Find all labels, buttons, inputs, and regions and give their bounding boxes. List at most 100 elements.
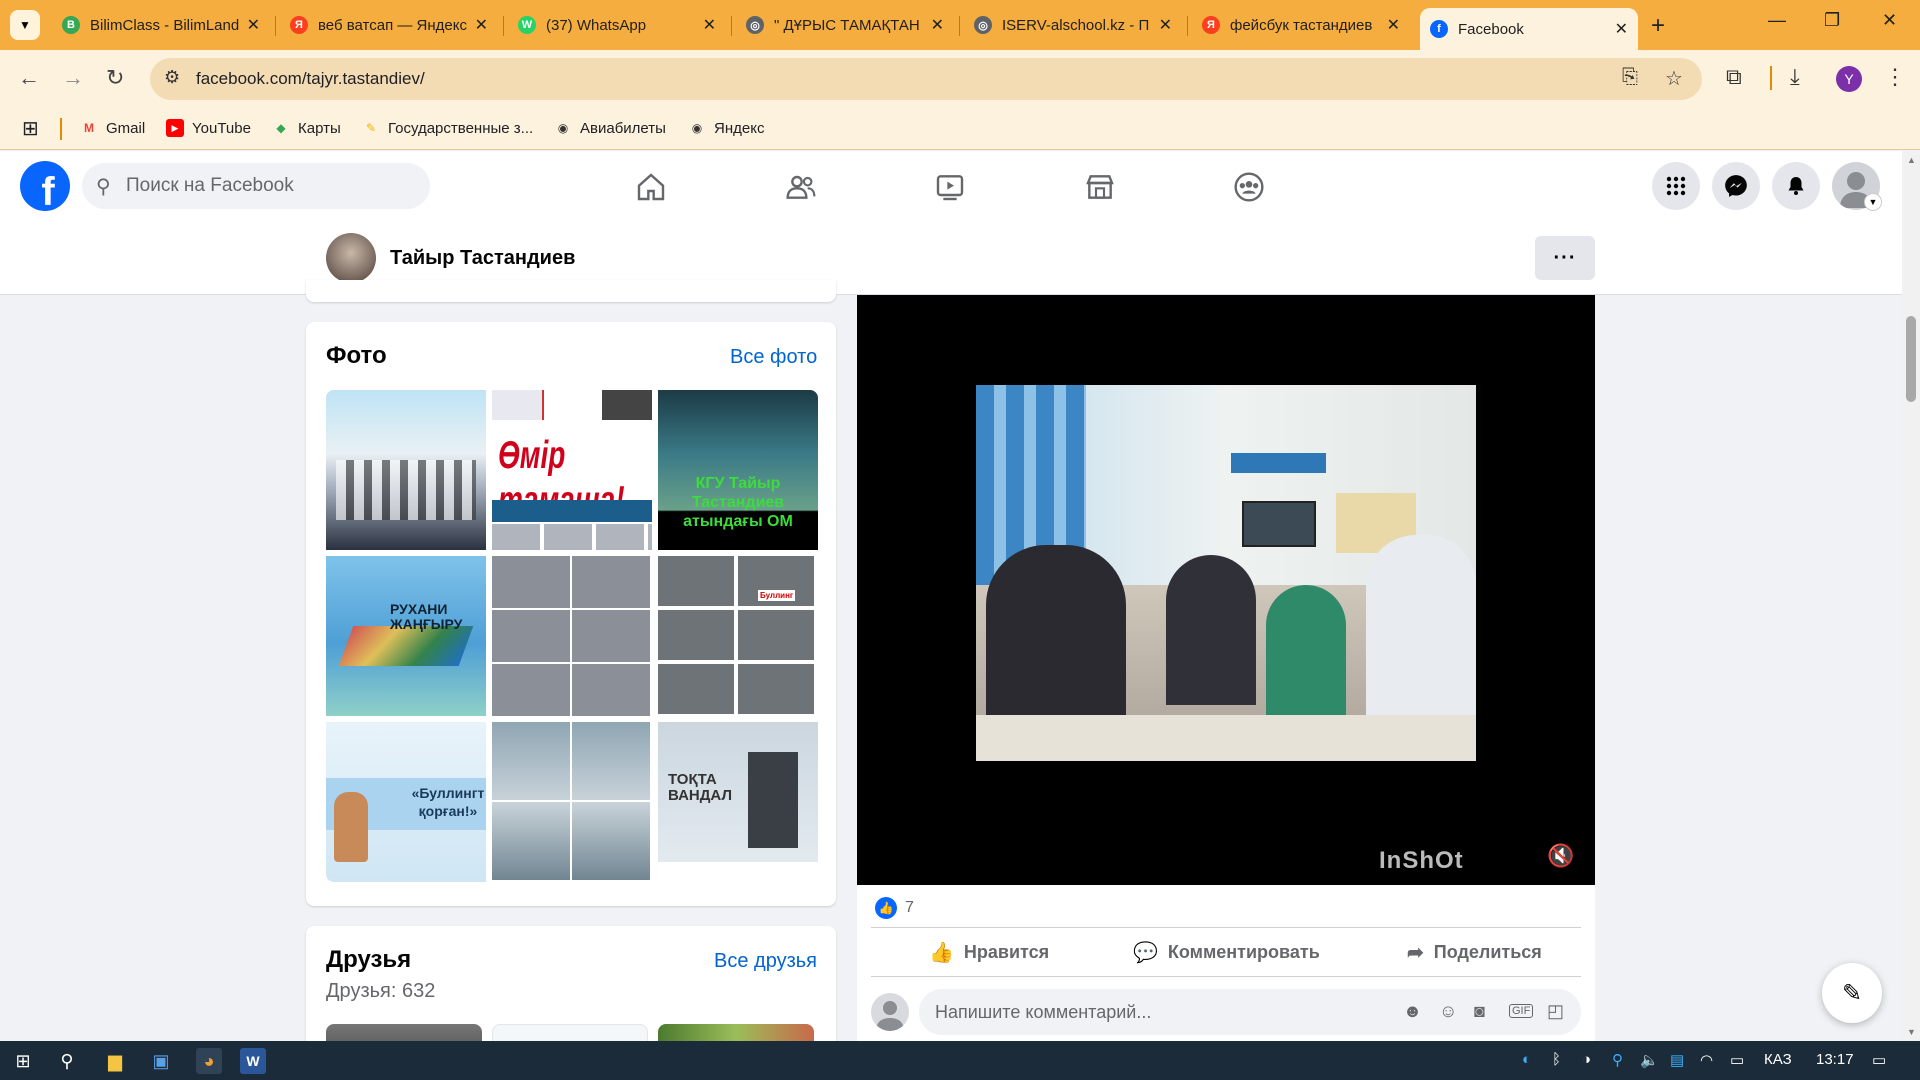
notifications-icon[interactable]: ▭ (1872, 1051, 1886, 1069)
windows-start-icon[interactable]: ⊞ (10, 1048, 36, 1074)
chrome-icon[interactable]: ◕ (196, 1048, 222, 1074)
install-app-icon[interactable]: ⎘ (1622, 66, 1638, 89)
browser-tab[interactable]: ◎ ISERV-alschool.kz - П ✕ (964, 8, 1182, 42)
all-photos-link[interactable]: Все фото (730, 346, 817, 369)
share-button[interactable]: ➦ Поделиться (1407, 940, 1542, 965)
back-arrow-icon[interactable]: ← (18, 65, 40, 91)
window-close-icon[interactable]: ✕ (1882, 10, 1897, 31)
commenter-avatar[interactable] (871, 993, 909, 1031)
volume-icon[interactable]: 🔈 (1640, 1051, 1659, 1069)
browser-tab[interactable]: ◎ " ДҰРЫС ТАМАҚТАН ✕ (736, 8, 954, 42)
tab-search-button[interactable]: ▼ (10, 10, 40, 40)
sticker-icon[interactable]: ◰ (1547, 1001, 1564, 1022)
photo-thumbnail[interactable]: Буллинг (658, 556, 818, 716)
tray-app-icon[interactable]: ◑ (1582, 1051, 1591, 1068)
facebook-logo-icon[interactable]: f (20, 161, 70, 211)
clock[interactable]: 13:17 (1816, 1051, 1854, 1068)
close-icon[interactable]: ✕ (703, 15, 716, 35)
reactions-summary[interactable]: 👍 7 (875, 897, 914, 919)
profile-avatar[interactable] (326, 233, 376, 283)
close-icon[interactable]: ✕ (475, 15, 488, 35)
bookmark-maps[interactable]: ◆ Карты (272, 119, 340, 137)
star-icon[interactable]: ☆ (1665, 66, 1683, 91)
language-indicator[interactable]: КАЗ (1764, 1051, 1792, 1068)
browser-tab[interactable]: Я веб ватсап — Яндекс ✕ (280, 8, 498, 42)
new-message-button[interactable]: ✎ (1822, 963, 1882, 1023)
kebab-menu-icon[interactable]: ⋮ (1884, 64, 1906, 90)
photo-thumbnail[interactable]: «Буллингт қорған!» (326, 722, 486, 882)
profile-name[interactable]: Тайыр Тастандиев (390, 247, 575, 270)
bluetooth-icon[interactable]: ᛒ (1552, 1051, 1561, 1068)
scroll-down-icon[interactable]: ▼ (1907, 1027, 1916, 1037)
close-icon[interactable]: ✕ (1387, 15, 1400, 35)
bookmark-yandex[interactable]: ◉ Яндекс (688, 119, 765, 137)
forward-arrow-icon[interactable]: → (62, 65, 84, 91)
facebook-search[interactable]: ⚲ (82, 163, 430, 209)
scroll-up-icon[interactable]: ▲ (1907, 155, 1916, 165)
location-icon[interactable]: ⚲ (1612, 1051, 1623, 1069)
address-bar[interactable]: ⚙ facebook.com/tajyr.tastandiev/ ⎘ ☆ (150, 58, 1702, 100)
photo-thumbnail[interactable] (492, 556, 652, 716)
photo-thumbnail[interactable]: ТОҚТА ВАНДАЛ (658, 722, 818, 882)
emoji-icon[interactable]: ☺ (1439, 1001, 1457, 1022)
bookmark-aviabilety[interactable]: ◉ Авиабилеты (554, 119, 666, 137)
comment-button[interactable]: 💬 Комментировать (1133, 940, 1320, 965)
mute-icon[interactable]: 🔇 (1547, 843, 1574, 869)
photo-thumbnail[interactable] (326, 390, 486, 550)
comment-input[interactable] (935, 989, 1395, 1035)
browser-tab[interactable]: B BilimClass - BilimLand ✕ (52, 8, 270, 42)
comment-box[interactable]: ☻ ☺ ◙ GIF ◰ (919, 989, 1581, 1035)
photo-thumbnail[interactable]: КГУ Тайыр Тастандиев атындағы ОМ (658, 390, 818, 550)
restore-icon[interactable]: ❐ (1824, 10, 1840, 31)
app-icon[interactable]: ▣ (148, 1048, 174, 1074)
avatar-sticker-icon[interactable]: ☻ (1403, 1001, 1422, 1022)
bookmark-gmail[interactable]: M Gmail (80, 119, 145, 137)
photo-thumbnail[interactable] (492, 722, 652, 882)
messenger-button[interactable] (1712, 162, 1760, 210)
photo-thumbnail[interactable]: РУХАНИ ЖАҢҒЫРУ (326, 556, 486, 716)
site-info-icon[interactable]: ⚙ (164, 67, 180, 88)
nav-groups[interactable] (1194, 165, 1304, 209)
tray-app-icon[interactable]: ◐ (1522, 1051, 1531, 1068)
page-scrollbar[interactable]: ▲ ▼ (1902, 151, 1920, 1041)
download-icon[interactable]: ⤓ (1790, 64, 1800, 90)
wifi-icon[interactable]: ◠ (1700, 1051, 1713, 1069)
more-options-button[interactable]: ··· (1535, 236, 1595, 280)
bookmark-youtube[interactable]: ▶ YouTube (166, 119, 251, 137)
nav-home[interactable] (596, 165, 706, 209)
photo-thumbnail[interactable]: Өмір тамаша! (492, 390, 652, 550)
battery-icon[interactable]: ▭ (1730, 1051, 1744, 1069)
chevron-down-icon[interactable]: ▼ (1864, 193, 1882, 211)
browser-tab[interactable]: Я фейсбук тастандиев ✕ (1192, 8, 1410, 42)
word-icon[interactable]: W (240, 1048, 266, 1074)
browser-tab-active[interactable]: f Facebook ✕ (1420, 8, 1638, 50)
file-explorer-icon[interactable]: ▆ (102, 1048, 128, 1074)
scrollbar-thumb[interactable] (1906, 316, 1916, 402)
minimize-icon[interactable]: — (1768, 10, 1786, 31)
url-text[interactable]: facebook.com/tajyr.tastandiev/ (196, 69, 425, 89)
menu-button[interactable] (1652, 162, 1700, 210)
close-icon[interactable]: ✕ (1159, 15, 1172, 35)
browser-tab[interactable]: W (37) WhatsApp ✕ (508, 8, 726, 42)
camera-icon[interactable]: ◙ (1474, 1001, 1485, 1022)
search-icon[interactable]: ⚲ (54, 1048, 80, 1074)
like-button[interactable]: 👍 Нравится (929, 940, 1049, 965)
video-player[interactable]: InShOt 🔇 (857, 295, 1595, 885)
extensions-icon[interactable]: ⧉ (1726, 64, 1742, 90)
nav-watch[interactable] (895, 165, 1005, 209)
close-icon[interactable]: ✕ (247, 15, 260, 35)
nav-marketplace[interactable] (1045, 165, 1155, 209)
gif-icon[interactable]: GIF (1509, 1004, 1534, 1018)
all-friends-link[interactable]: Все друзья (714, 950, 817, 973)
bookmark-gov[interactable]: ✎ Государственные з... (362, 119, 533, 137)
notifications-button[interactable] (1772, 162, 1820, 210)
nav-friends[interactable] (746, 165, 856, 209)
browser-profile-avatar[interactable]: Y (1836, 66, 1862, 92)
tray-app-icon[interactable]: ▤ (1670, 1051, 1684, 1069)
new-tab-plus-icon[interactable]: + (1651, 12, 1665, 40)
apps-grid-icon[interactable]: ⊞ (22, 116, 39, 141)
reload-icon[interactable]: ↻ (106, 65, 124, 91)
close-icon[interactable]: ✕ (931, 15, 944, 35)
search-input[interactable] (126, 163, 416, 209)
close-icon[interactable]: ✕ (1615, 19, 1628, 39)
